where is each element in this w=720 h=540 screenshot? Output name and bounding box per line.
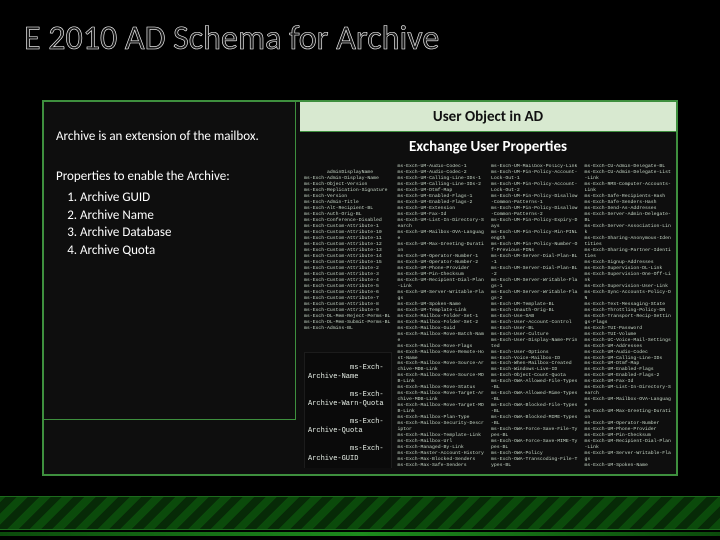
hl-line: ms-Exch-Archive-Warn-Quota — [308, 391, 384, 408]
panel-header: User Object in AD — [300, 102, 676, 132]
hl-line: ms-Exch-Archive-GUID — [308, 445, 384, 462]
attr-text: adminDisplayName ms-Exch-Admin-Display-N… — [304, 170, 390, 331]
slide: E 2010 AD Schema for Archive User Object… — [0, 0, 720, 540]
attributes-area: adminDisplayName ms-Exch-Admin-Display-N… — [304, 164, 672, 468]
left-paragraph-1: Archive is an extension of the mailbox. — [56, 128, 284, 146]
panel-subheader: Exchange User Properties — [300, 134, 676, 160]
main-panel: User Object in AD Exchange User Properti… — [42, 100, 678, 476]
decor-thin-line — [0, 532, 720, 536]
slide-title: E 2010 AD Schema for Archive — [24, 18, 439, 59]
hl-line: ms-Exch-Archive-Quota — [308, 418, 384, 435]
attr-col-1: adminDisplayName ms-Exch-Admin-Display-N… — [304, 164, 392, 468]
left-paragraph-2-lead: Properties to enable the Archive: — [56, 168, 284, 186]
list-item: Archive Database — [80, 224, 284, 242]
list-item: Archive GUID — [80, 189, 284, 207]
archive-attrs-highlight: ms-Exch-Archive-Name ms-Exch-Archive-War… — [304, 352, 392, 468]
hl-line: ms-Exch-Archive-Name — [308, 364, 384, 381]
left-text-block: Archive is an extension of the mailbox. … — [56, 128, 284, 259]
archive-properties-list: Archive GUID Archive Name Archive Databa… — [80, 189, 284, 259]
list-item: Archive Quota — [80, 242, 284, 260]
decor-stripe — [0, 496, 720, 530]
attr-col-4: ms-Exch-CU-Admin-Delegate-BL ms-Exch-CU-… — [585, 164, 673, 468]
list-item: Archive Name — [80, 207, 284, 225]
attr-col-2: ms-Exch-UM-Audio-Codec-1 ms-Exch-UM-Audi… — [398, 164, 486, 468]
attr-col-3: ms-Exch-UM-Mailbox-Policy-Link ms-Exch-U… — [491, 164, 579, 468]
